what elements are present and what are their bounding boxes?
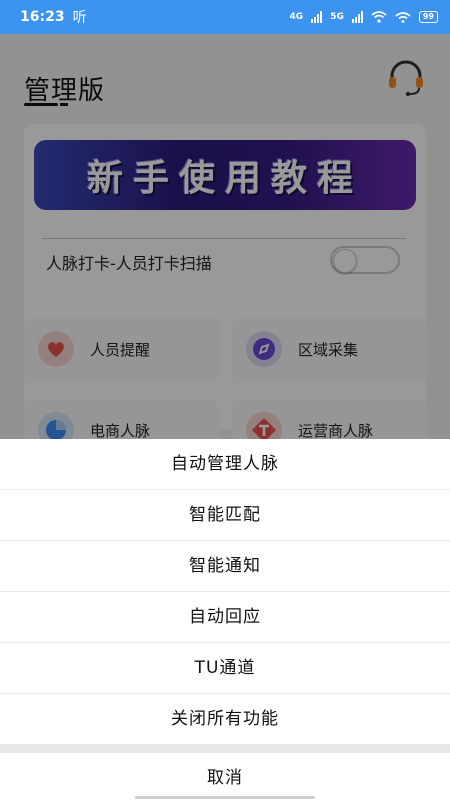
signal-icon xyxy=(311,11,323,23)
status-bar: 16:23 听 4G 5G 99 xyxy=(0,0,450,34)
sheet-item-smart-match[interactable]: 智能匹配 xyxy=(0,490,450,541)
sheet-separator xyxy=(0,744,450,753)
sheet-item-tu-channel[interactable]: TU通道 xyxy=(0,643,450,694)
hotspot-icon xyxy=(395,12,411,23)
clock: 16:23 xyxy=(20,9,65,25)
network-4g-label: 4G xyxy=(289,12,304,22)
sheet-item-close-all[interactable]: 关闭所有功能 xyxy=(0,694,450,744)
carrier-label: 听 xyxy=(72,10,87,26)
battery-icon: 99 xyxy=(418,11,438,23)
sheet-item-auto-reply[interactable]: 自动回应 xyxy=(0,592,450,643)
signal-icon-2 xyxy=(351,11,363,23)
network-5g-label: 5G xyxy=(330,12,344,22)
home-indicator[interactable] xyxy=(135,796,315,799)
status-icons: 4G 5G 99 xyxy=(290,11,438,23)
wifi-icon xyxy=(371,11,387,23)
sheet-item-auto-manage-contacts[interactable]: 自动管理人脉 xyxy=(0,439,450,490)
action-sheet: 自动管理人脉 智能匹配 智能通知 自动回应 TU通道 关闭所有功能 取消 xyxy=(0,439,450,800)
sheet-item-smart-notify[interactable]: 智能通知 xyxy=(0,541,450,592)
